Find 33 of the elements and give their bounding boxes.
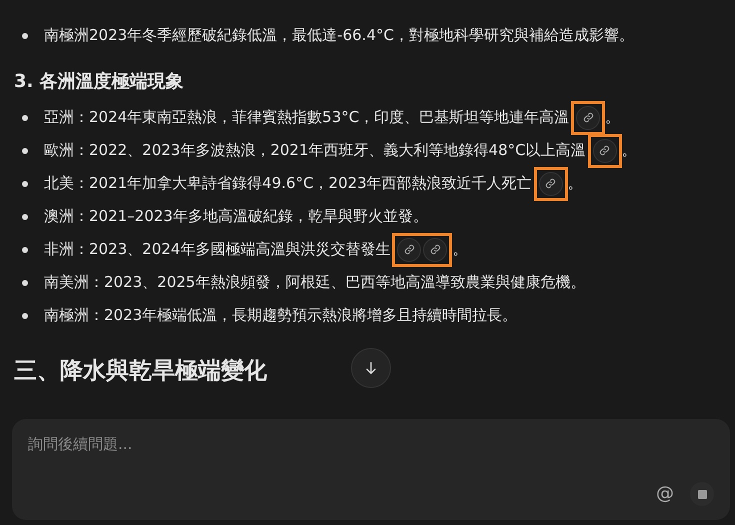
bullet-icon [22, 32, 28, 38]
link-icon[interactable] [576, 106, 600, 130]
list-text: 非洲：2023、2024年多國極端高溫與洪災交替發生 [44, 239, 390, 260]
list-text: 澳洲：2021–2023年多地高溫破紀錄，乾旱與野火並發。 [44, 206, 428, 228]
list-text: 亞洲：2024年東南亞熱浪，菲律賓熱指數53°C，印度、巴基斯坦等地連年高溫 [44, 107, 570, 128]
list-text: 。 [452, 239, 468, 260]
link-icon[interactable] [423, 238, 448, 262]
bullet-icon [22, 180, 28, 186]
bullet-icon [22, 148, 28, 154]
question-input[interactable]: 詢問後續問題... [28, 433, 714, 456]
section-heading: 三、降水與乾旱極端變化 [14, 357, 267, 386]
stop-icon [698, 490, 706, 498]
link-icon[interactable] [592, 138, 617, 162]
mention-icon[interactable]: @ [656, 485, 674, 503]
bullet-icon [22, 280, 28, 286]
link-icon[interactable] [397, 238, 422, 262]
list-text: 。 [568, 173, 583, 194]
list-text: 南極洲：2023年極端低溫，長期趨勢預示熱浪將增多且持續時間拉長。 [44, 305, 518, 326]
bullet-icon [22, 246, 28, 252]
bullet-icon [22, 312, 28, 318]
scroll-down-button[interactable] [351, 348, 391, 388]
list-text: 南極洲2023年冬季經歷破紀錄低溫，最低達-66.4°C，對極地科學研究與補給造成影響。 [44, 25, 634, 46]
list-text: 。 [605, 107, 620, 128]
bullet-icon [22, 214, 28, 220]
list-text: 北美：2021年加拿大卑詩省錄得49.6°C，2023年西部熱浪致近千人死亡 [44, 173, 532, 194]
subheading: 3. 各洲溫度極端現象 [14, 70, 184, 94]
composer[interactable]: 詢問後續問題... @ [12, 419, 730, 520]
list-text: 南美洲：2023、2025年熱浪頻發，阿根廷、巴西等地高溫導致農業與健康危機。 [44, 272, 586, 294]
link-icon[interactable] [538, 172, 563, 196]
stop-button[interactable] [690, 482, 714, 506]
bullet-icon [22, 114, 28, 120]
list-text: 歐洲：2022、2023年多波熱浪，2021年西班牙、義大利等地錄得48°C以上高溫 [44, 140, 586, 162]
list-text: 。 [622, 140, 637, 162]
